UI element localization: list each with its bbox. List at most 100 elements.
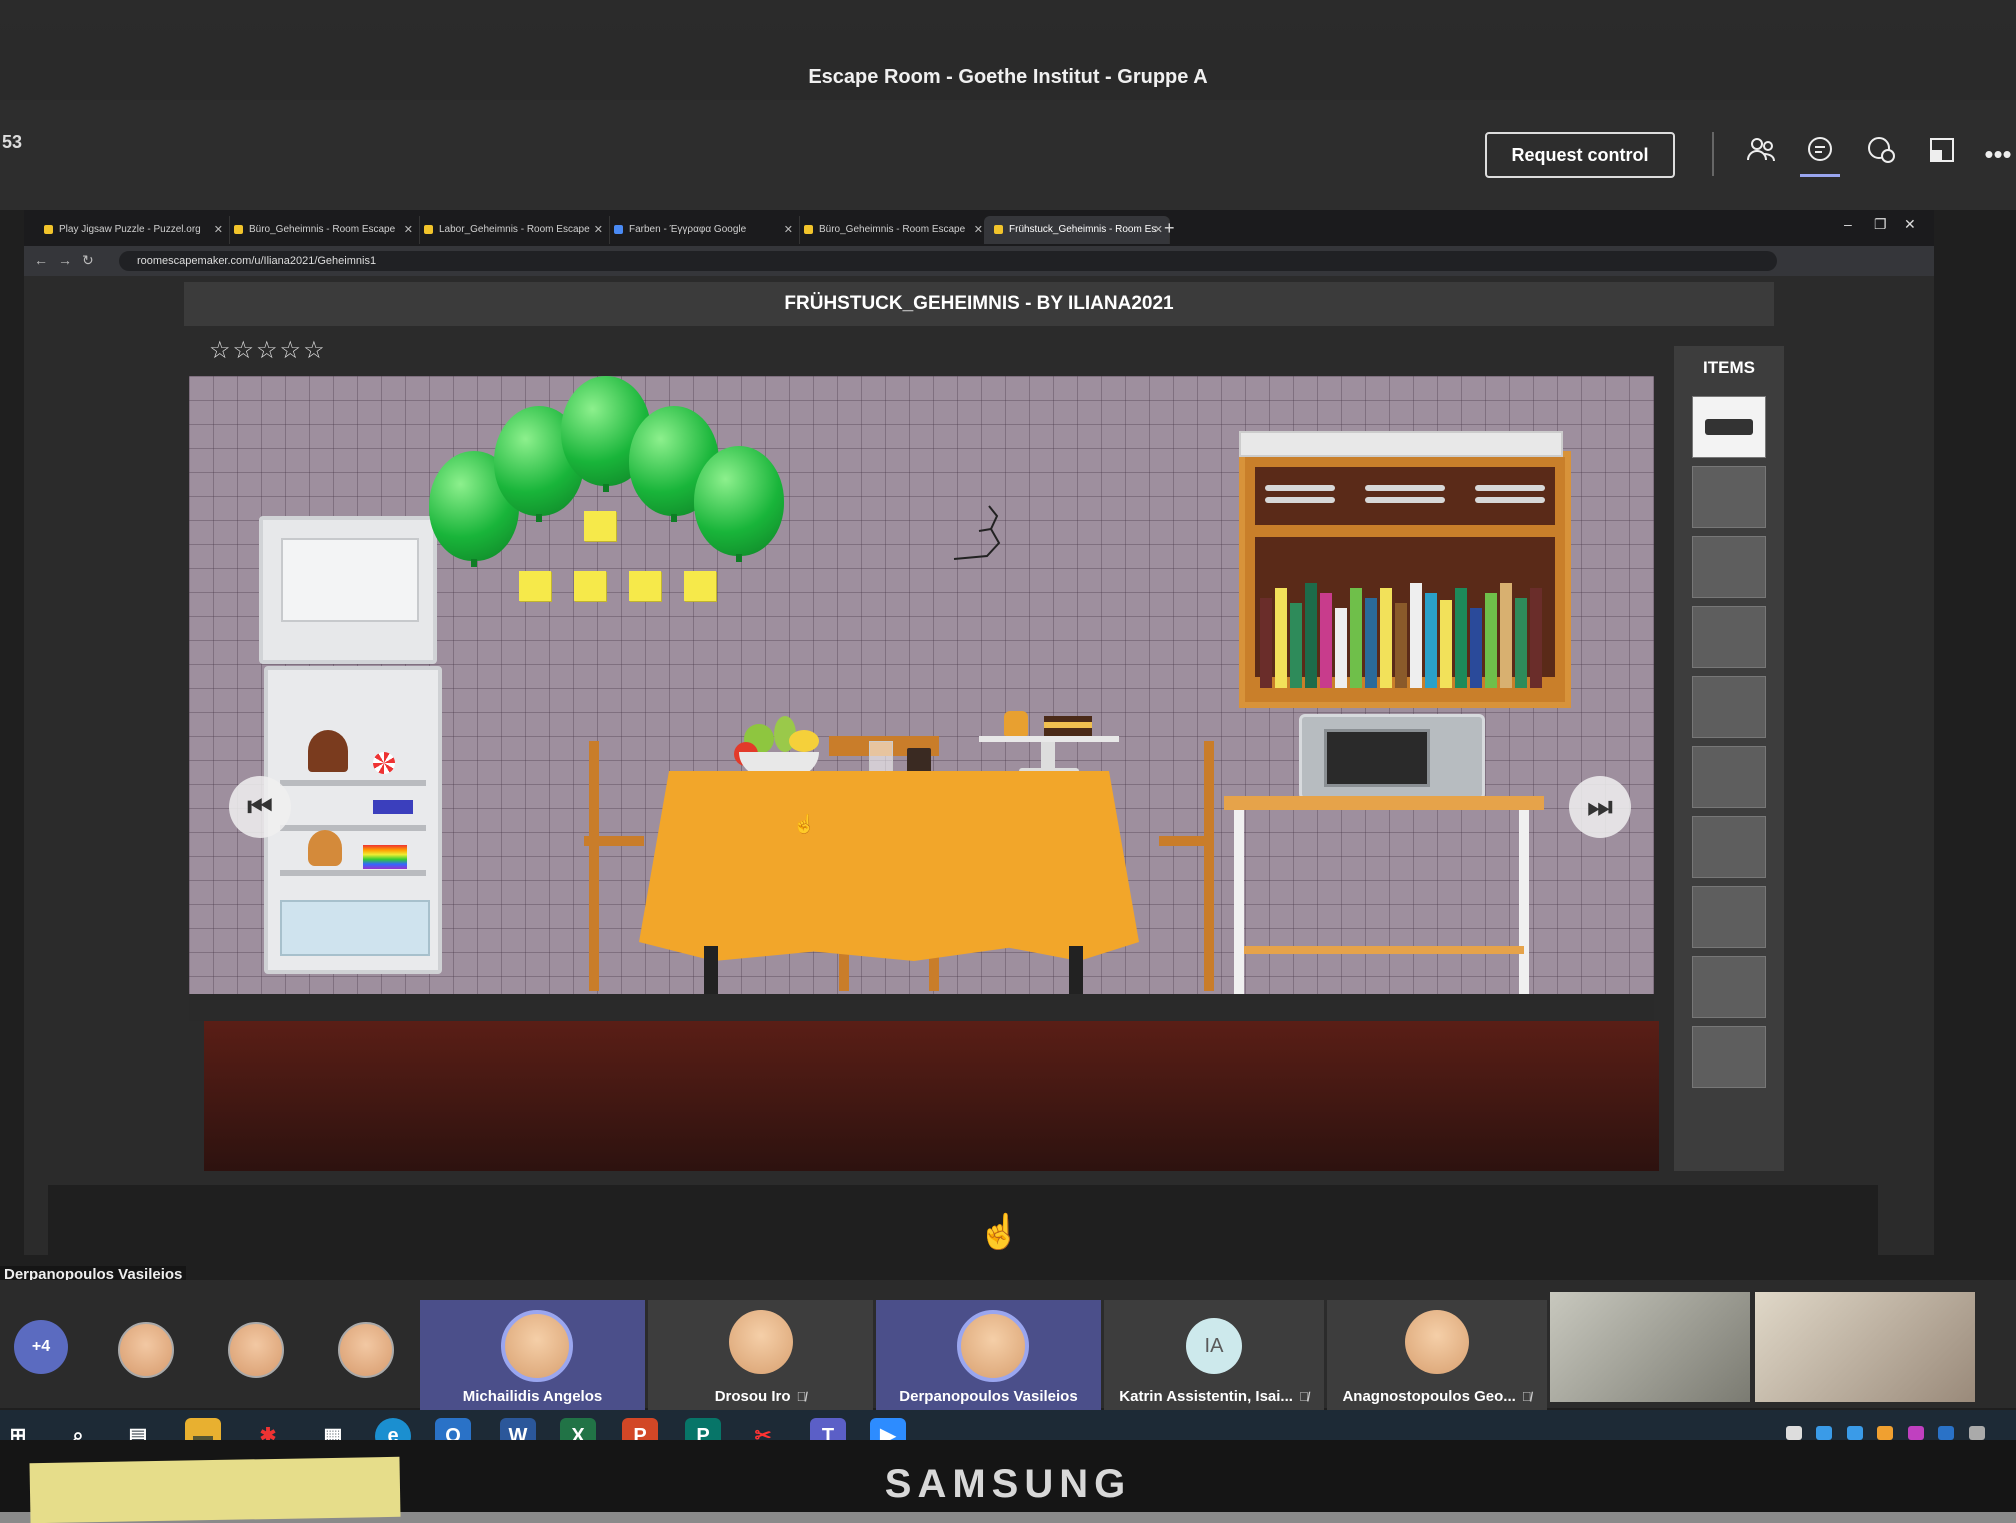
close-window-icon[interactable]: ✕ (1904, 216, 1916, 233)
close-tab-icon[interactable]: ✕ (594, 216, 603, 244)
people-icon[interactable] (1742, 134, 1782, 174)
outlook-icon[interactable]: O (435, 1418, 471, 1440)
avatar[interactable] (228, 1322, 284, 1378)
close-tab-icon[interactable]: ✕ (214, 216, 223, 244)
muffin[interactable] (1004, 711, 1028, 736)
close-tab-icon[interactable]: ✕ (974, 216, 983, 244)
browser-tab[interactable]: Farben - Έγγραφα Google ✕ (604, 216, 800, 244)
inventory-slot[interactable] (1692, 746, 1766, 808)
app-red-icon[interactable]: ✱ (250, 1418, 286, 1440)
participant-tile[interactable]: Derpanopoulos Vasileios (876, 1300, 1101, 1415)
onedrive-icon[interactable] (1846, 1426, 1863, 1440)
reload-icon[interactable]: ↻ (82, 252, 94, 269)
powerpoint-icon[interactable]: P (622, 1418, 658, 1440)
participant-tile[interactable]: Michailidis Angelos (420, 1300, 645, 1415)
participant-tile[interactable]: Drosou Iro 🎙̸ (648, 1300, 873, 1415)
close-tab-icon[interactable]: ✕ (404, 216, 413, 244)
bookshelf[interactable] (1239, 431, 1571, 708)
wall-crack[interactable] (949, 501, 1019, 581)
chat-icon[interactable] (1800, 134, 1840, 177)
windows-start-icon[interactable]: ⊞ (0, 1418, 36, 1440)
back-icon[interactable]: ← (34, 252, 48, 268)
excel-icon[interactable]: X (560, 1418, 596, 1440)
media-app-icon[interactable]: ▦ (315, 1418, 351, 1440)
inventory-slot[interactable] (1692, 816, 1766, 878)
forward-icon[interactable]: → (58, 252, 72, 268)
inventory-slot[interactable] (1692, 956, 1766, 1018)
url-field[interactable]: roomescapemaker.com/u/Iliana2021/Geheimn… (119, 251, 1777, 271)
close-tab-icon[interactable]: ✕ (784, 216, 793, 244)
publisher-icon[interactable]: P (685, 1418, 721, 1440)
participant-video[interactable] (1550, 1292, 1750, 1402)
minimize-icon[interactable]: – (1844, 216, 1852, 232)
cake-slice[interactable] (1044, 716, 1092, 736)
rating-stars[interactable]: ☆☆☆☆☆ (209, 336, 327, 365)
inventory-slot[interactable] (1692, 886, 1766, 948)
spoons[interactable] (1475, 485, 1545, 491)
request-control-button[interactable]: Request control (1485, 132, 1675, 178)
tray-app-icon[interactable] (1877, 1426, 1894, 1440)
restore-icon[interactable]: ❐ (1874, 216, 1887, 233)
inventory-slot[interactable] (1692, 1026, 1766, 1088)
fridge-drawer[interactable] (280, 900, 430, 956)
more-options-icon[interactable]: ••• (1978, 134, 2016, 174)
knives[interactable] (1365, 485, 1445, 491)
browser-tab[interactable]: Büro_Geheimnis - Room Escape ✕ (794, 216, 990, 244)
microwave[interactable] (1299, 714, 1485, 800)
sticky-note[interactable] (629, 571, 661, 601)
reactions-icon[interactable] (1862, 134, 1902, 174)
mail-tray-icon[interactable] (1786, 1426, 1802, 1440)
inventory-slot[interactable] (1692, 466, 1766, 528)
rainbow-cake[interactable] (363, 845, 407, 869)
word-icon[interactable]: W (500, 1418, 536, 1440)
outlook-tray-icon[interactable] (1938, 1426, 1955, 1440)
search-icon[interactable]: ⌕ (60, 1418, 96, 1440)
task-view-icon[interactable]: ▤ (120, 1418, 156, 1440)
participant-video[interactable] (1755, 1292, 1975, 1402)
chocolate-bar[interactable] (373, 800, 413, 814)
sticky-note[interactable] (684, 571, 716, 601)
gingerbread-man[interactable] (308, 830, 342, 866)
avatar[interactable] (118, 1322, 174, 1378)
avatar[interactable] (338, 1322, 394, 1378)
zoom-icon[interactable]: ▶ (870, 1418, 906, 1440)
inventory-slot[interactable] (1692, 676, 1766, 738)
panettone[interactable] (308, 730, 348, 772)
forks[interactable] (1265, 485, 1335, 491)
onedrive-icon[interactable] (1816, 1426, 1833, 1440)
browser-tab[interactable]: Labor_Geheimnis - Room Escape ✕ (414, 216, 610, 244)
edge-browser-icon[interactable]: e (375, 1418, 411, 1440)
snip-tool-icon[interactable]: ✂ (745, 1418, 781, 1440)
next-view-button[interactable]: ⏭ (1569, 776, 1631, 838)
sticky-note[interactable] (584, 511, 616, 541)
new-tab-icon[interactable]: + (1164, 218, 1175, 239)
inventory-slot[interactable] (1692, 606, 1766, 668)
more-participants-button[interactable]: +4 (14, 1320, 68, 1374)
sticky-note[interactable] (519, 571, 551, 601)
inventory-slot[interactable] (1692, 536, 1766, 598)
open-fridge[interactable] (264, 666, 442, 974)
browser-tab[interactable]: Play Jigsaw Puzzle - Puzzel.org ✕ (34, 216, 230, 244)
browser-tab[interactable]: Büro_Geheimnis - Room Escape ✕ (224, 216, 420, 244)
teams-icon[interactable]: T (810, 1418, 846, 1440)
cake-stand[interactable] (979, 696, 1119, 776)
game-scene[interactable]: ⏮ ⏭ ☝ (189, 376, 1654, 1021)
fruit-bowl[interactable] (734, 716, 824, 776)
chair (1204, 741, 1214, 991)
balloon[interactable] (694, 446, 784, 562)
yellow-tablecloth[interactable] (639, 771, 1139, 961)
tray-app-icon[interactable] (1968, 1426, 1985, 1440)
previous-view-button[interactable]: ⏮ (229, 776, 291, 838)
file-explorer-icon[interactable]: ▬ (185, 1418, 221, 1440)
candy[interactable] (373, 752, 395, 774)
tray-app-icon[interactable] (1907, 1426, 1924, 1440)
inventory-slot-cassette[interactable] (1692, 396, 1766, 458)
browser-tab-active[interactable]: Frühstuck_Geheimnis - Room Es ✕ (984, 216, 1170, 244)
sticky-note[interactable] (574, 571, 606, 601)
glass[interactable] (869, 741, 893, 775)
participant-tile[interactable]: Anagnostopoulos Geo... 🎙̸ (1327, 1300, 1547, 1415)
participant-tile[interactable]: IA Katrin Assistentin, Isai... 🎙̸ (1104, 1300, 1324, 1415)
close-tab-icon[interactable]: ✕ (1154, 216, 1163, 244)
freezer-door[interactable] (259, 516, 437, 664)
view-switch-icon[interactable] (1922, 134, 1962, 174)
